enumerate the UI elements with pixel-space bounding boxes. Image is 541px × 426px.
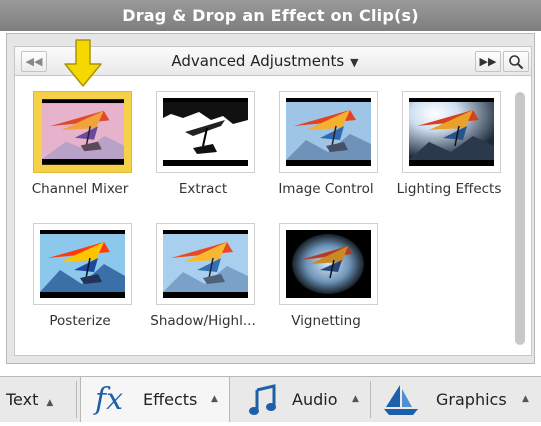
triangle-up-icon: ▲ (352, 394, 359, 404)
tab-effects[interactable]: fx Effects ▲ (80, 377, 230, 422)
music-note-icon (249, 384, 276, 415)
bottom-tab-bar: Text ▲ fx Effects ▲ Audio ▲ Graphics ▲ (0, 376, 541, 422)
effect-thumbnail[interactable] (402, 91, 501, 173)
tab-audio[interactable]: Audio ▲ (244, 377, 368, 422)
extract-thumbnail-icon (163, 98, 248, 166)
effect-label: Shadow/Highl... (150, 313, 256, 329)
triangle-up-icon: ▲ (46, 398, 54, 408)
effect-label: Extract (178, 181, 228, 197)
effect-thumbnail[interactable] (33, 91, 132, 173)
effect-thumbnail[interactable] (279, 223, 378, 305)
back-button[interactable]: ◀◀ (21, 51, 47, 72)
effect-thumbnail[interactable] (156, 223, 255, 305)
effect-label: Posterize (49, 313, 111, 329)
vertical-scrollbar[interactable] (515, 92, 525, 345)
effect-label: Lighting Effects (396, 181, 502, 197)
hang-glider-thumbnail-icon (163, 230, 248, 298)
panel-title: Drag & Drop an Effect on Clip(s) (0, 0, 541, 31)
double-left-arrow-icon: ◀◀ (25, 55, 43, 68)
tab-label: Graphics (436, 390, 507, 409)
effect-label: Channel Mixer (31, 181, 129, 197)
tab-label: Effects (143, 390, 198, 409)
search-button[interactable] (503, 51, 529, 72)
double-right-arrow-icon: ▶▶ (479, 55, 497, 68)
effect-thumbnail[interactable] (33, 223, 132, 305)
tab-divider (370, 381, 371, 418)
hang-glider-thumbnail-icon (286, 98, 371, 166)
tab-label: Audio (292, 390, 338, 409)
effect-thumbnail[interactable] (156, 91, 255, 173)
effect-label: Vignetting (291, 313, 361, 329)
sailboat-icon (384, 385, 418, 415)
fx-icon: fx (95, 382, 124, 417)
tab-label: Text (6, 390, 39, 409)
forward-button[interactable]: ▶▶ (475, 51, 501, 72)
category-dropdown[interactable]: Advanced Adjustments ▼ (145, 51, 385, 73)
tab-divider (76, 381, 77, 418)
effects-grid: Channel Mixer Extract Image Control Ligh… (15, 77, 510, 354)
tab-graphics[interactable]: Graphics ▲ (378, 377, 538, 422)
effect-thumbnail[interactable] (279, 91, 378, 173)
hang-glider-thumbnail-icon (40, 230, 125, 298)
vignetting-thumbnail-icon (286, 230, 371, 298)
category-label: Advanced Adjustments (171, 52, 345, 70)
caret-down-icon: ▼ (350, 56, 359, 69)
hang-glider-thumbnail-icon (409, 98, 494, 166)
hang-glider-thumbnail-icon (42, 99, 124, 165)
triangle-up-icon: ▲ (522, 394, 529, 404)
effect-label: Image Control (278, 181, 374, 197)
triangle-up-icon: ▲ (211, 394, 218, 404)
tab-text[interactable]: Text ▲ (6, 377, 72, 422)
search-icon (509, 55, 524, 70)
